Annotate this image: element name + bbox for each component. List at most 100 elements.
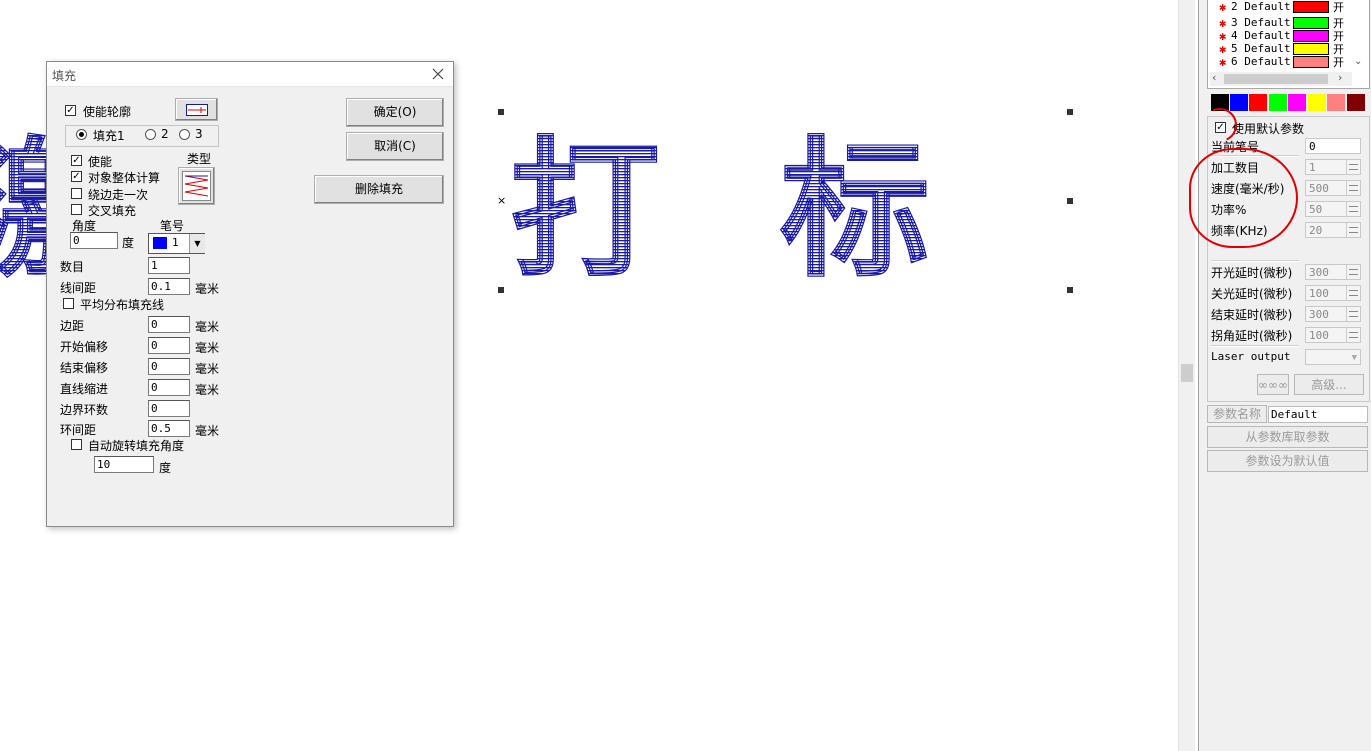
pen-list-hscrollbar[interactable]: ‹ › — [1210, 71, 1352, 86]
contour-pen-button[interactable] — [175, 98, 218, 121]
dropdown-arrow-icon[interactable]: ▼ — [189, 234, 205, 253]
fill-tab-1-label: 填充1 — [93, 129, 125, 143]
loop-spacing-input[interactable]: 0.5 — [148, 420, 190, 437]
scroll-right-icon[interactable]: › — [1338, 71, 1342, 84]
auto-rotate-unit: 度 — [159, 461, 172, 475]
even-distribution-checkbox[interactable] — [63, 298, 74, 309]
off-delay-label: 关光延时(微秒) — [1211, 287, 1293, 301]
pen-list-item[interactable]: ✱ 2 Default 开 — [1219, 0, 1344, 14]
border-loops-label: 边界环数 — [60, 403, 109, 417]
param-name-field[interactable]: Default — [1268, 406, 1368, 423]
fill-tab-3-radio[interactable] — [179, 129, 190, 140]
edge-once-label: 绕边走一次 — [88, 188, 149, 202]
scrollbar-thumb[interactable] — [1224, 74, 1328, 84]
canvas-vertical-scrollbar[interactable] — [1178, 0, 1195, 751]
line-indent-unit: 毫米 — [195, 383, 220, 397]
whole-calc-checkbox[interactable]: ✓ — [71, 171, 82, 182]
off-delay-field[interactable]: 100 — [1305, 285, 1361, 301]
start-offset-unit: 毫米 — [195, 341, 220, 355]
selection-handle[interactable] — [498, 287, 504, 293]
end-delay-field[interactable]: 300 — [1305, 306, 1361, 322]
load-from-library-button[interactable]: 从参数库取参数 — [1207, 426, 1368, 448]
auto-rotate-input[interactable]: 10 — [94, 456, 154, 473]
whole-calc-label: 对象整体计算 — [88, 171, 161, 185]
count-input[interactable]: 1 — [148, 257, 190, 274]
pen-color-swatch — [1293, 42, 1329, 55]
scrollbar-thumb[interactable] — [1181, 364, 1193, 382]
pen-marker-icon: ✱ — [1219, 54, 1227, 69]
pen-list[interactable]: ✱ 2 Default 开 ✱ 3 Default 开 ✱ 4 Default … — [1207, 0, 1370, 89]
fill-tab-2-label: 2 — [161, 127, 169, 141]
count-spinner[interactable] — [1346, 160, 1360, 174]
contour-pen-icon — [186, 104, 208, 116]
fill-type-button[interactable] — [178, 167, 215, 205]
count-field[interactable]: 1 — [1305, 159, 1361, 175]
cross-fill-checkbox[interactable] — [71, 204, 82, 215]
palette-color-blue[interactable] — [1230, 94, 1248, 111]
pen-color-swatch — [153, 237, 167, 249]
pen-marker-icon: ✱ — [1219, 0, 1227, 14]
start-offset-input[interactable]: 0 — [148, 337, 190, 354]
enable-contour-checkbox[interactable]: ✓ — [65, 105, 76, 116]
even-distribution-label: 平均分布填充线 — [80, 298, 165, 312]
end-delay-spinner[interactable] — [1346, 307, 1360, 321]
frequency-spinner[interactable] — [1346, 223, 1360, 237]
selection-handle[interactable] — [1067, 287, 1073, 293]
selection-handle[interactable] — [498, 109, 504, 115]
line-spacing-input[interactable]: 0.1 — [148, 278, 190, 295]
scroll-left-icon[interactable]: ‹ — [1212, 71, 1216, 84]
pen-list-item[interactable]: ✱ 6 Default 开 — [1219, 54, 1344, 69]
corner-delay-field[interactable]: 100 — [1305, 327, 1361, 343]
palette-color-green[interactable] — [1269, 94, 1287, 111]
speed-field[interactable]: 500 — [1305, 180, 1361, 196]
pen-list-scroll-down-icon[interactable]: ⌄ — [1354, 56, 1362, 67]
palette-color-pink[interactable] — [1327, 94, 1345, 111]
laser-output-select[interactable]: ▼ — [1305, 349, 1361, 365]
dialog-titlebar[interactable]: 填充 — [47, 62, 453, 87]
pen-list-item[interactable]: ✱ 4 Default 开 — [1219, 29, 1344, 43]
loop-spacing-label: 环间距 — [60, 423, 97, 437]
on-delay-spinner[interactable] — [1346, 265, 1360, 279]
selection-handle[interactable] — [1067, 109, 1073, 115]
enable-fill-label: 使能 — [88, 155, 113, 169]
param-name-label: 参数名称 — [1207, 405, 1267, 423]
pen-list-item[interactable]: ✱ 5 Default 开 — [1219, 42, 1344, 56]
line-indent-input[interactable]: 0 — [148, 379, 190, 396]
ok-button[interactable]: 确定(O) — [346, 98, 444, 127]
palette-color-red[interactable] — [1249, 94, 1267, 111]
use-default-label: 使用默认参数 — [1232, 122, 1305, 136]
edge-once-checkbox[interactable] — [71, 188, 82, 199]
palette-color-magenta[interactable] — [1288, 94, 1306, 111]
palette-color-maroon[interactable] — [1347, 94, 1365, 111]
speed-spinner[interactable] — [1346, 181, 1360, 195]
current-pen-field[interactable]: 0 — [1305, 138, 1361, 154]
pen-select[interactable]: 1 ▼ — [148, 233, 205, 254]
angle-input[interactable]: 0 — [70, 232, 118, 249]
param-divider — [1211, 260, 1299, 262]
delete-fill-button[interactable]: 删除填充 — [314, 175, 444, 204]
fill-tab-1-radio[interactable] — [76, 129, 87, 140]
border-loops-input[interactable]: 0 — [148, 400, 190, 417]
pen-list-item[interactable]: ✱ 3 Default 开 — [1219, 16, 1344, 30]
set-as-default-button[interactable]: 参数设为默认值 — [1207, 450, 1368, 472]
power-field[interactable]: 50 — [1305, 201, 1361, 217]
corner-delay-spinner[interactable] — [1346, 328, 1360, 342]
margin-label: 边距 — [60, 319, 85, 333]
enable-fill-checkbox[interactable]: ✓ — [71, 155, 82, 166]
advanced-button[interactable]: 高级... — [1294, 374, 1364, 395]
margin-unit: 毫米 — [195, 320, 220, 334]
margin-input[interactable]: 0 — [148, 316, 190, 333]
auto-rotate-checkbox[interactable] — [71, 439, 82, 450]
cancel-button[interactable]: 取消(C) — [346, 132, 444, 161]
on-delay-label: 开光延时(微秒) — [1211, 266, 1293, 280]
palette-color-yellow[interactable] — [1308, 94, 1326, 111]
fill-tab-2-radio[interactable] — [145, 129, 156, 140]
off-delay-spinner[interactable] — [1346, 286, 1360, 300]
selection-handle[interactable] — [1067, 198, 1073, 204]
end-offset-input[interactable]: 0 — [148, 358, 190, 375]
wobble-button[interactable]: ∞∞∞ — [1257, 374, 1289, 395]
on-delay-field[interactable]: 300 — [1305, 264, 1361, 280]
power-spinner[interactable] — [1346, 202, 1360, 216]
close-icon[interactable] — [431, 67, 445, 81]
frequency-field[interactable]: 20 — [1305, 222, 1361, 238]
